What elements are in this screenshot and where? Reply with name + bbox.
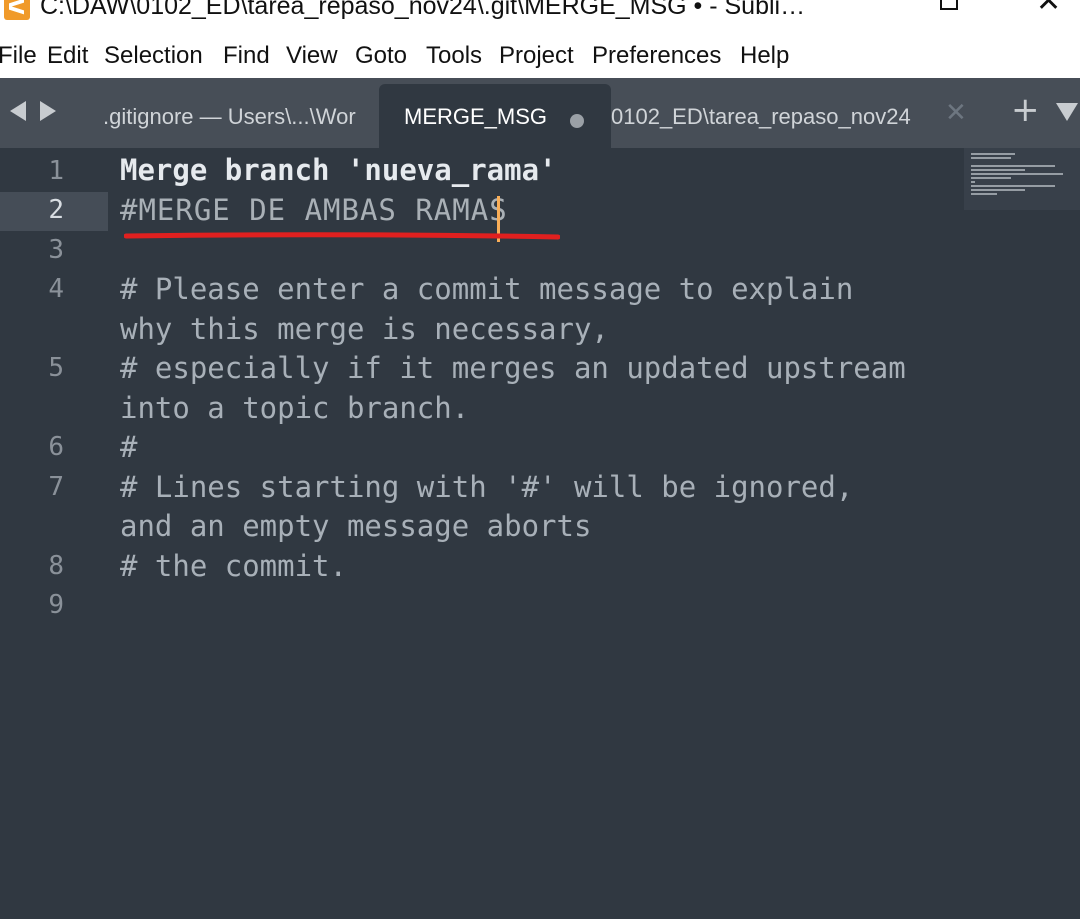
tab-merge-msg[interactable]: MERGE_MSG xyxy=(379,84,611,148)
line-number: 3 xyxy=(48,235,64,265)
menu-preferences[interactable]: Preferences xyxy=(592,42,721,70)
minimap-line xyxy=(971,157,1011,159)
code-line[interactable]: # Please enter a commit message to expla… xyxy=(120,272,853,306)
line-number: 6 xyxy=(48,432,64,462)
tab-label: .gitignore — Users\...\Wor xyxy=(103,104,356,129)
tab-scroll-right-icon[interactable] xyxy=(40,101,56,121)
code-line[interactable]: #MERGE DE AMBAS RAMAS xyxy=(120,193,508,227)
code-line[interactable]: # the commit. xyxy=(120,549,347,583)
close-tab-icon[interactable]: ✕ xyxy=(945,98,967,128)
code-line[interactable]: # especially if it merges an updated ups… xyxy=(120,351,906,385)
code-line[interactable]: into a topic branch. xyxy=(120,391,469,425)
red-annotation-underline xyxy=(124,232,560,240)
tab-project-folder[interactable]: 0102_ED\tarea_repaso_nov24 xyxy=(611,84,941,148)
line-number: 8 xyxy=(48,551,64,581)
menu-selection[interactable]: Selection xyxy=(104,42,203,70)
add-tab-icon[interactable]: + xyxy=(1011,90,1040,130)
minimap-line xyxy=(971,165,1055,167)
code-line[interactable]: # xyxy=(120,430,137,464)
tab-bar: .gitignore — Users\...\Wor 0102_ED\tarea… xyxy=(0,78,1080,148)
unsaved-dot-icon[interactable] xyxy=(570,114,584,128)
window-title: C:\DAW\0102_ED\tarea_repaso_nov24\.git\M… xyxy=(40,0,806,20)
tab-label: 0102_ED\tarea_repaso_nov24 xyxy=(611,104,911,129)
close-icon: ✕ xyxy=(1036,0,1062,19)
minimap-line xyxy=(971,185,1055,187)
menu-help[interactable]: Help xyxy=(740,42,789,70)
line-number: 5 xyxy=(48,353,64,383)
tab-gitignore[interactable]: .gitignore — Users\...\Wor xyxy=(95,84,385,148)
line-number: 9 xyxy=(48,590,64,620)
minimap-line xyxy=(971,181,975,183)
minimap-line xyxy=(971,169,1025,171)
line-number: 1 xyxy=(48,156,64,186)
close-window-button[interactable]: ✕ xyxy=(1030,0,1070,19)
code-line[interactable]: Merge branch 'nueva_rama' xyxy=(120,153,557,187)
menu-tools[interactable]: Tools xyxy=(426,42,482,70)
tab-scroll-left-icon[interactable] xyxy=(10,101,26,121)
menu-file[interactable]: File xyxy=(0,42,37,70)
code-line[interactable]: # Lines starting with '#' will be ignore… xyxy=(120,470,853,504)
code-line[interactable]: and an empty message aborts xyxy=(120,509,591,543)
code-line[interactable]: why this merge is necessary, xyxy=(120,312,609,346)
title-bar: C:\DAW\0102_ED\tarea_repaso_nov24\.git\M… xyxy=(0,0,1080,38)
editor-area[interactable]: 1 2 3 4 5 6 7 8 9 Merge branch 'nueva_ra… xyxy=(0,148,1080,919)
menu-find[interactable]: Find xyxy=(223,42,270,70)
line-number: 4 xyxy=(48,274,64,304)
minimap-line xyxy=(971,177,1011,179)
menu-goto[interactable]: Goto xyxy=(355,42,407,70)
tab-list-dropdown-icon[interactable] xyxy=(1056,103,1078,121)
minimap-line xyxy=(971,189,1025,191)
menu-bar: File Edit Selection Find View Goto Tools… xyxy=(0,38,1080,78)
minimap-line xyxy=(971,173,1063,175)
maximize-button[interactable] xyxy=(930,0,970,18)
menu-project[interactable]: Project xyxy=(499,42,574,70)
menu-view[interactable]: View xyxy=(286,42,338,70)
line-number: 7 xyxy=(48,472,64,502)
menu-edit[interactable]: Edit xyxy=(47,42,88,70)
maximize-icon xyxy=(940,0,958,10)
sublime-text-icon xyxy=(4,0,30,20)
minimap[interactable] xyxy=(964,148,1080,210)
tab-label: MERGE_MSG xyxy=(404,104,548,129)
minimap-line xyxy=(971,153,1015,155)
minimap-line xyxy=(971,193,997,195)
line-number-active: 2 xyxy=(48,195,64,225)
